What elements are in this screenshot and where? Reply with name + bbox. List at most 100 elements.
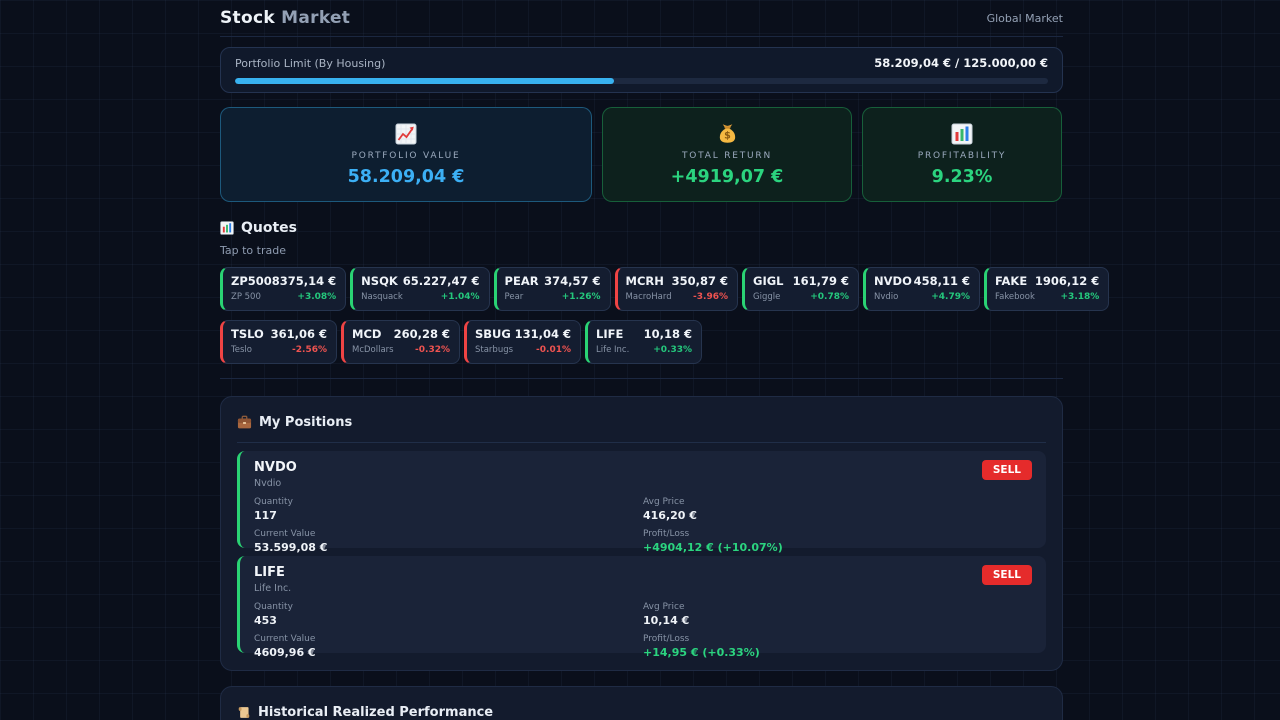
history-panel: Historical Realized Performance xyxy=(220,686,1063,720)
quote-change: +3.18% xyxy=(1035,292,1099,302)
quote-change: +0.78% xyxy=(793,292,849,302)
bar-chart-icon xyxy=(220,221,234,235)
bar-chart-icon xyxy=(951,123,973,145)
quote-tile-zp500[interactable]: ZP500 ZP 500 8375,14 € +3.08% xyxy=(220,267,346,311)
quote-ticker: LIFE xyxy=(596,327,629,341)
main-content: Stock Market Global Market Portfolio Lim… xyxy=(220,0,1063,720)
sell-button-nvdo[interactable]: SELL xyxy=(982,460,1032,480)
chart-increasing-icon xyxy=(395,123,417,145)
quotes-heading-text: Quotes xyxy=(241,220,297,236)
sell-button-life[interactable]: SELL xyxy=(982,565,1032,585)
quote-price: 10,18 € xyxy=(644,327,692,341)
quote-tile-tslo[interactable]: TSLO Teslo 361,06 € -2.56% xyxy=(220,320,337,364)
quote-ticker: GIGL xyxy=(753,274,784,288)
avg-price-label: Avg Price xyxy=(643,497,1032,507)
profit-loss-label: Profit/Loss xyxy=(643,634,1032,644)
quote-tile-nvdo[interactable]: NVDO Nvdio 458,11 € +4.79% xyxy=(863,267,980,311)
quote-ticker: SBUG xyxy=(475,327,513,341)
positions-heading-text: My Positions xyxy=(259,415,352,430)
portfolio-limit-usage: 58.209,04 € / 125.000,00 € xyxy=(874,56,1048,70)
quote-ticker: FAKE xyxy=(995,274,1035,288)
quote-company: Teslo xyxy=(231,345,264,355)
quantity-value: 453 xyxy=(254,614,643,627)
current-value-value: 4609,96 € xyxy=(254,646,643,659)
quote-company: Pear xyxy=(505,292,539,302)
panel-divider xyxy=(237,442,1046,443)
current-value-label: Current Value xyxy=(254,529,643,539)
quote-price: 350,87 € xyxy=(672,274,728,288)
quote-tile-pear[interactable]: PEAR Pear 374,57 € +1.26% xyxy=(494,267,611,311)
quote-company: Nvdio xyxy=(874,292,912,302)
positions-panel: My Positions NVDO Nvdio SELL Quantity 11… xyxy=(220,396,1063,671)
position-card-nvdo: NVDO Nvdio SELL Quantity 117 Avg Price 4… xyxy=(237,451,1046,548)
quote-tile-mcrh[interactable]: MCRH MacroHard 350,87 € -3.96% xyxy=(615,267,738,311)
avg-price-value: 10,14 € xyxy=(643,614,1032,627)
history-heading: Historical Realized Performance xyxy=(237,705,1046,720)
quote-change: +4.79% xyxy=(914,292,970,302)
quote-tile-fake[interactable]: FAKE Fakebook 1906,12 € +3.18% xyxy=(984,267,1109,311)
quote-price: 131,04 € xyxy=(515,327,571,341)
quote-change: +3.08% xyxy=(272,292,336,302)
quote-price: 65.227,47 € xyxy=(403,274,480,288)
quote-company: ZP 500 xyxy=(231,292,272,302)
quote-tile-mcd[interactable]: MCD McDollars 260,28 € -0.32% xyxy=(341,320,460,364)
position-ticker: LIFE xyxy=(254,565,1032,580)
quotes-row-2: TSLO Teslo 361,06 € -2.56% MCD McDollars… xyxy=(220,320,1063,364)
portfolio-limit-card: Portfolio Limit (By Housing) 58.209,04 €… xyxy=(220,47,1063,93)
position-company: Nvdio xyxy=(254,478,1032,489)
section-divider xyxy=(220,378,1063,379)
portfolio-value-amount: 58.209,04 € xyxy=(348,167,465,187)
quantity-label: Quantity xyxy=(254,497,643,507)
quote-ticker: NSQK xyxy=(361,274,403,288)
quote-company: Life Inc. xyxy=(596,345,629,355)
quote-change: +1.26% xyxy=(544,292,600,302)
total-return-amount: +4919,07 € xyxy=(671,167,784,187)
history-heading-text: Historical Realized Performance xyxy=(258,705,493,720)
profitability-amount: 9.23% xyxy=(932,167,993,187)
avg-price-value: 416,20 € xyxy=(643,509,1032,522)
quote-ticker: TSLO xyxy=(231,327,264,341)
quote-ticker: PEAR xyxy=(505,274,539,288)
quote-tile-nsqk[interactable]: NSQK Nasquack 65.227,47 € +1.04% xyxy=(350,267,489,311)
total-return-label: TOTAL RETURN xyxy=(682,151,772,161)
quote-tile-life[interactable]: LIFE Life Inc. 10,18 € +0.33% xyxy=(585,320,702,364)
profit-loss-value: +14,95 € (+0.33%) xyxy=(643,646,1032,659)
portfolio-limit-label: Portfolio Limit (By Housing) xyxy=(235,57,385,70)
position-company: Life Inc. xyxy=(254,583,1032,594)
current-value-value: 53.599,08 € xyxy=(254,541,643,554)
profit-loss-label: Profit/Loss xyxy=(643,529,1032,539)
position-ticker: NVDO xyxy=(254,460,1032,475)
current-value-label: Current Value xyxy=(254,634,643,644)
profit-loss-value: +4904,12 € (+10.07%) xyxy=(643,541,1032,554)
quote-change: -2.56% xyxy=(271,345,327,355)
quote-company: Starbugs xyxy=(475,345,513,355)
profitability-card: PROFITABILITY 9.23% xyxy=(862,107,1062,202)
quantity-value: 117 xyxy=(254,509,643,522)
quote-price: 361,06 € xyxy=(271,327,327,341)
quotes-section-heading: Quotes xyxy=(220,220,1063,236)
svg-text:$: $ xyxy=(724,131,731,142)
quote-price: 458,11 € xyxy=(914,274,970,288)
market-scope-label: Global Market xyxy=(987,12,1063,25)
quote-ticker: NVDO xyxy=(874,274,912,288)
page-title-secondary: Market xyxy=(281,8,350,28)
quote-change: +0.33% xyxy=(644,345,692,355)
money-bag-icon: $ xyxy=(716,122,739,145)
avg-price-label: Avg Price xyxy=(643,602,1032,612)
page-header: Stock Market Global Market xyxy=(220,0,1063,37)
scroll-icon xyxy=(237,705,251,720)
quote-company: Fakebook xyxy=(995,292,1035,302)
quote-ticker: MCRH xyxy=(626,274,672,288)
quotes-row-1: ZP500 ZP 500 8375,14 € +3.08% NSQK Nasqu… xyxy=(220,267,1063,311)
page-title-primary: Stock xyxy=(220,8,275,28)
quote-ticker: ZP500 xyxy=(231,274,272,288)
quote-company: McDollars xyxy=(352,345,394,355)
quote-company: MacroHard xyxy=(626,292,672,302)
quote-tile-gigl[interactable]: GIGL Giggle 161,79 € +0.78% xyxy=(742,267,859,311)
page-title: Stock Market xyxy=(220,8,350,28)
quote-change: -0.01% xyxy=(515,345,571,355)
quote-price: 374,57 € xyxy=(544,274,600,288)
position-card-life: LIFE Life Inc. SELL Quantity 453 Avg Pri… xyxy=(237,556,1046,653)
quote-tile-sbug[interactable]: SBUG Starbugs 131,04 € -0.01% xyxy=(464,320,581,364)
quote-company: Nasquack xyxy=(361,292,403,302)
